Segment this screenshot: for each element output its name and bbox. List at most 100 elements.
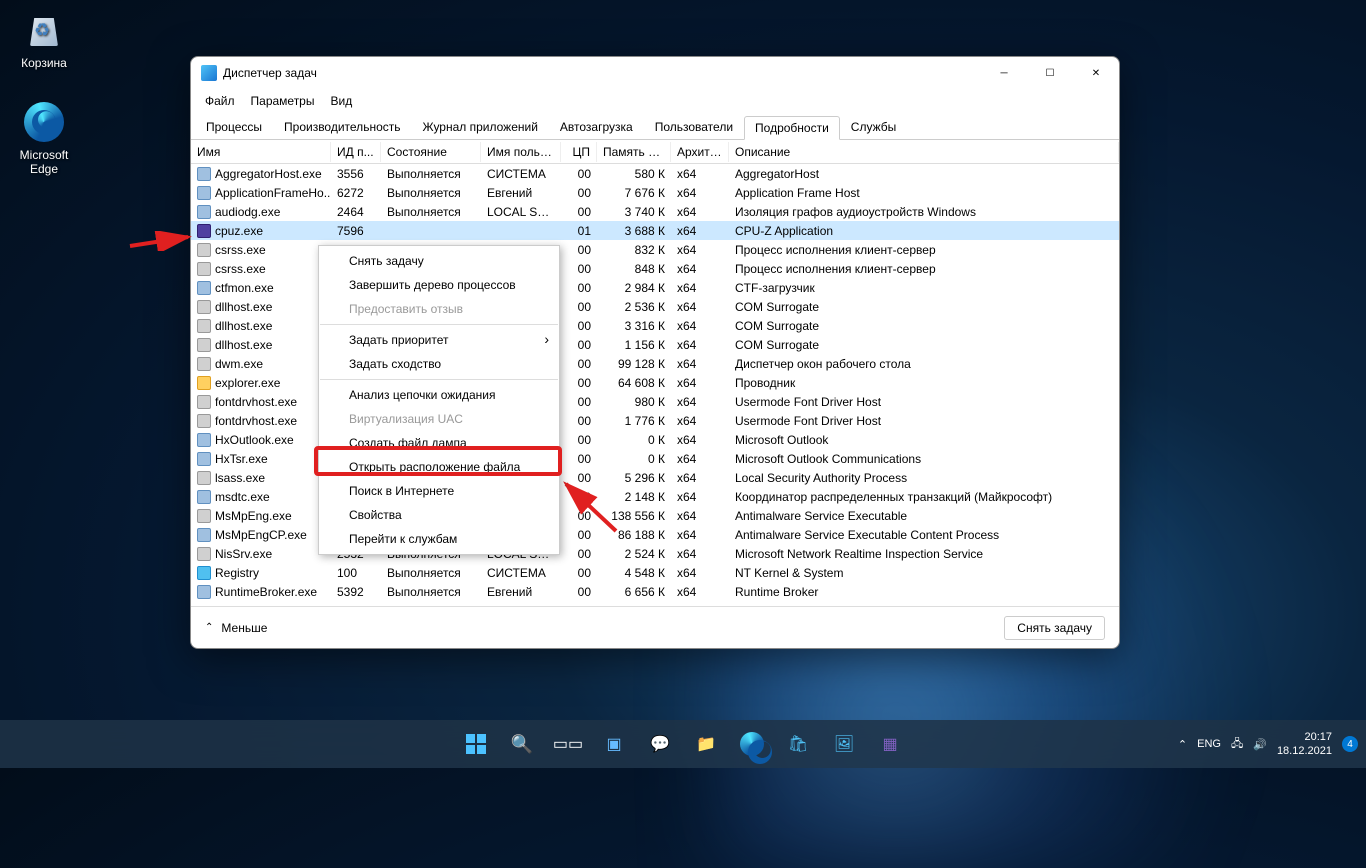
cell-pid: 3556 <box>331 167 381 181</box>
network-icon[interactable]: 🖧 <box>1231 735 1243 754</box>
col-mem[interactable]: Память (а... <box>597 142 671 162</box>
cell-arch: x64 <box>671 167 729 181</box>
cell-mem: 2 984 К <box>597 281 671 295</box>
tab-users[interactable]: Пользователи <box>644 115 744 139</box>
tray-chevron-icon[interactable]: ⌃ <box>1178 738 1187 751</box>
col-user[interactable]: Имя польз... <box>481 142 561 162</box>
taskview-button[interactable]: ▭▭ <box>548 724 588 764</box>
table-row[interactable]: ApplicationFrameHo...6272ВыполняетсяЕвге… <box>191 183 1119 202</box>
table-row[interactable]: audiodg.exe2464ВыполняетсяLOCAL SE...003… <box>191 202 1119 221</box>
taskbar[interactable]: 🔍 ▭▭ ▣ 💬 📁 🛍 🖼 ▦ ⌃ ENG 🖧 🔊 20:17 18.12.2… <box>0 720 1366 768</box>
process-icon <box>197 433 211 447</box>
cell-desc: Usermode Font Driver Host <box>729 395 1119 409</box>
cell-cpu: 00 <box>561 262 597 276</box>
cell-pid: 6272 <box>331 186 381 200</box>
fewer-details-link[interactable]: Меньше <box>221 621 267 635</box>
language-indicator[interactable]: ENG <box>1197 738 1221 750</box>
process-name: MsMpEngCP.exe <box>215 528 307 542</box>
store-button[interactable]: 🛍 <box>778 724 818 764</box>
cell-arch: x64 <box>671 262 729 276</box>
cell-mem: 7 676 К <box>597 186 671 200</box>
process-name: audiodg.exe <box>215 205 280 219</box>
table-row[interactable]: Registry100ВыполняетсяСИСТЕМА004 548 Кx6… <box>191 563 1119 582</box>
cell-arch: x64 <box>671 433 729 447</box>
edge-shortcut[interactable]: Microsoft Edge <box>6 100 82 176</box>
ctx-feedback: Предоставить отзыв <box>319 297 559 321</box>
cell-state: Выполняется <box>381 205 481 219</box>
maximize-button[interactable]: ☐ <box>1027 57 1073 89</box>
context-menu: Снять задачу Завершить дерево процессов … <box>318 245 560 555</box>
date-text: 18.12.2021 <box>1277 744 1332 758</box>
window-title: Диспетчер задач <box>223 66 981 80</box>
cell-cpu: 00 <box>561 547 597 561</box>
col-pid[interactable]: ИД п... <box>331 142 381 162</box>
close-button[interactable]: ✕ <box>1073 57 1119 89</box>
tab-performance[interactable]: Производительность <box>273 115 411 139</box>
photos-button[interactable]: 🖼 <box>824 724 864 764</box>
clock[interactable]: 20:17 18.12.2021 <box>1277 730 1332 759</box>
explorer-button[interactable]: 📁 <box>686 724 726 764</box>
notification-badge[interactable]: 4 <box>1342 736 1358 752</box>
cell-desc: Microsoft Outlook Communications <box>729 452 1119 466</box>
edge-button[interactable] <box>732 724 772 764</box>
start-button[interactable] <box>456 724 496 764</box>
search-button[interactable]: 🔍 <box>502 724 542 764</box>
menu-file[interactable]: Файл <box>199 92 241 110</box>
column-headers: Имя ИД п... Состояние Имя польз... ЦП Па… <box>191 140 1119 164</box>
titlebar[interactable]: Диспетчер задач ─ ☐ ✕ <box>191 57 1119 89</box>
process-name: dllhost.exe <box>215 300 272 314</box>
cpuz-button[interactable]: ▦ <box>870 724 910 764</box>
cell-mem: 848 К <box>597 262 671 276</box>
process-icon <box>197 357 211 371</box>
menu-view[interactable]: Вид <box>324 92 358 110</box>
menubar: Файл Параметры Вид <box>191 89 1119 113</box>
col-name[interactable]: Имя <box>191 142 331 162</box>
process-name: HxOutlook.exe <box>215 433 294 447</box>
tab-startup[interactable]: Автозагрузка <box>549 115 644 139</box>
ctx-dump[interactable]: Создать файл дампа <box>319 431 559 455</box>
col-desc[interactable]: Описание <box>729 142 1119 162</box>
process-name: dllhost.exe <box>215 319 272 333</box>
minimize-button[interactable]: ─ <box>981 57 1027 89</box>
tab-details[interactable]: Подробности <box>744 116 840 140</box>
cell-arch: x64 <box>671 205 729 219</box>
ctx-open-location[interactable]: Открыть расположение файла <box>319 455 559 479</box>
ctx-search[interactable]: Поиск в Интернете <box>319 479 559 503</box>
cell-arch: x64 <box>671 547 729 561</box>
cell-arch: x64 <box>671 338 729 352</box>
cell-desc: Проводник <box>729 376 1119 390</box>
separator <box>320 379 558 380</box>
cell-cpu: 00 <box>561 167 597 181</box>
process-icon <box>197 262 211 276</box>
ctx-end-tree[interactable]: Завершить дерево процессов <box>319 273 559 297</box>
ctx-affinity[interactable]: Задать сходство <box>319 352 559 376</box>
menu-params[interactable]: Параметры <box>245 92 321 110</box>
end-task-button[interactable]: Снять задачу <box>1004 616 1105 640</box>
chat-button[interactable]: 💬 <box>640 724 680 764</box>
ctx-properties[interactable]: Свойства <box>319 503 559 527</box>
widgets-button[interactable]: ▣ <box>594 724 634 764</box>
col-arch[interactable]: Архите... <box>671 142 729 162</box>
cell-arch: x64 <box>671 300 729 314</box>
volume-icon[interactable]: 🔊 <box>1253 738 1267 751</box>
process-icon <box>197 243 211 257</box>
ctx-goto-services[interactable]: Перейти к службам <box>319 527 559 551</box>
time-text: 20:17 <box>1277 730 1332 744</box>
process-icon <box>197 566 211 580</box>
table-row[interactable]: AggregatorHost.exe3556ВыполняетсяСИСТЕМА… <box>191 164 1119 183</box>
table-row[interactable]: RuntimeBroker.exe5392ВыполняетсяЕвгений0… <box>191 582 1119 601</box>
tab-processes[interactable]: Процессы <box>195 115 273 139</box>
tab-apphistory[interactable]: Журнал приложений <box>412 115 549 139</box>
col-state[interactable]: Состояние <box>381 142 481 162</box>
recycle-bin-icon[interactable]: Корзина <box>6 8 82 70</box>
process-icon <box>197 395 211 409</box>
col-cpu[interactable]: ЦП <box>561 142 597 162</box>
cell-user: Евгений <box>481 186 561 200</box>
table-row[interactable]: cpuz.exe7596013 688 Кx64CPU-Z Applicatio… <box>191 221 1119 240</box>
tab-services[interactable]: Службы <box>840 115 907 139</box>
ctx-end-task[interactable]: Снять задачу <box>319 249 559 273</box>
ctx-wait-chain[interactable]: Анализ цепочки ожидания <box>319 383 559 407</box>
cell-cpu: 01 <box>561 224 597 238</box>
ctx-priority[interactable]: Задать приоритет <box>319 328 559 352</box>
cell-cpu: 00 <box>561 300 597 314</box>
